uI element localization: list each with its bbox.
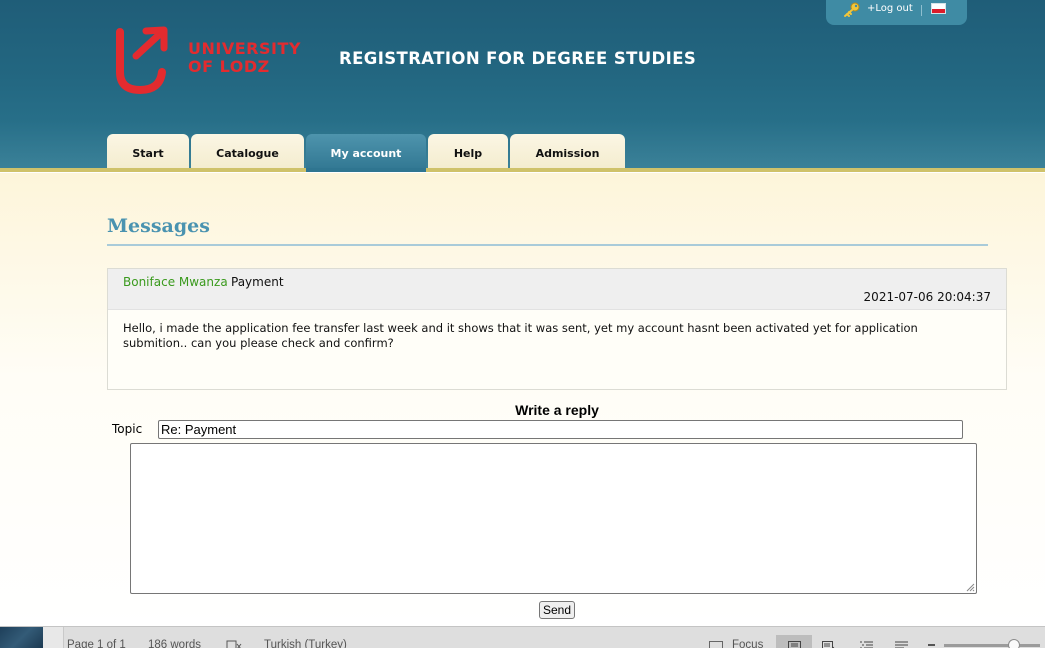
page-title: Messages (107, 215, 210, 237)
proofing-icon[interactable] (226, 640, 242, 648)
word-status-bar: Page 1 of 1 186 words Turkish (Turkey) F… (0, 626, 1045, 648)
message-body: Hello, i made the application fee transf… (123, 321, 918, 350)
tab-admission[interactable]: Admission (510, 134, 625, 172)
polish-flag-icon[interactable] (931, 3, 946, 14)
print-layout-icon (788, 641, 801, 648)
status-spacer (43, 627, 64, 648)
zoom-slider-track[interactable] (944, 644, 1040, 647)
message-card: Boniface Mwanza Payment 2021-07-06 20:04… (107, 268, 1007, 390)
logo-line-2: OF LODZ (188, 57, 270, 76)
message-header: Boniface Mwanza Payment 2021-07-06 20:04… (108, 269, 1006, 310)
divider (921, 5, 922, 16)
key-icon (844, 2, 860, 17)
tab-help[interactable]: Help (428, 134, 508, 172)
tab-strip-active (306, 168, 426, 172)
send-button[interactable]: Send (539, 601, 575, 619)
draft-view-icon[interactable] (895, 641, 908, 648)
topic-input[interactable] (158, 420, 963, 439)
site-header: UNIVERSITY OF LODZ REGISTRATION FOR DEGR… (0, 0, 1045, 172)
reply-heading: Write a reply (515, 402, 599, 418)
tab-catalogue[interactable]: Catalogue (191, 134, 304, 172)
main-content: Messages Boniface Mwanza Payment 2021-07… (0, 173, 1045, 626)
outline-view-icon[interactable] (860, 641, 873, 648)
message-datetime: 2021-07-06 20:04:37 (863, 290, 991, 304)
top-utility-bar: +Log out (826, 0, 967, 25)
zoom-out-icon[interactable] (928, 644, 935, 646)
word-count[interactable]: 186 words (148, 639, 201, 648)
web-layout-icon[interactable] (822, 641, 835, 648)
site-title: REGISTRATION FOR DEGREE STUDIES (339, 49, 697, 68)
zoom-slider-thumb[interactable] (1008, 639, 1020, 648)
university-logo-icon[interactable] (112, 26, 174, 96)
tab-strip (0, 168, 1045, 172)
tab-my-account[interactable]: My account (306, 134, 426, 172)
page-count[interactable]: Page 1 of 1 (67, 639, 126, 648)
title-divider (107, 244, 988, 246)
message-sender[interactable]: Boniface Mwanza (123, 275, 228, 289)
focus-icon[interactable] (709, 641, 723, 648)
tab-start[interactable]: Start (107, 134, 189, 172)
topic-label: Topic (112, 422, 143, 436)
logo-line-1: UNIVERSITY (188, 39, 301, 58)
university-logo-text: UNIVERSITY OF LODZ (188, 40, 318, 76)
message-subject: Payment (231, 275, 284, 289)
resize-grip-icon[interactable] (966, 583, 975, 592)
reply-body-textarea[interactable] (130, 443, 977, 594)
logout-link[interactable]: +Log out (867, 3, 913, 14)
focus-label[interactable]: Focus (732, 639, 763, 648)
language-indicator[interactable]: Turkish (Turkey) (264, 639, 347, 648)
window-thumbnail (0, 627, 43, 648)
